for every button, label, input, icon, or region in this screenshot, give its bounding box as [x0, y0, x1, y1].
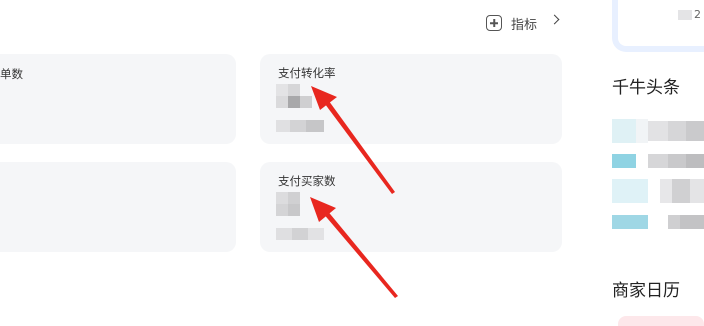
chevron-right-icon[interactable]	[549, 14, 560, 25]
metric-label: 单数	[0, 67, 23, 81]
metric-card-payment-conversion[interactable]: 支付转化率	[260, 54, 562, 144]
top-card-text: 2	[694, 8, 701, 21]
headline-item[interactable]	[612, 215, 704, 229]
merchant-calendar-title: 商家日历	[612, 281, 680, 301]
headlines-title: 千牛头条	[612, 78, 680, 98]
redacted-text	[678, 10, 692, 20]
metric-card-order-count[interactable]: 单数	[0, 54, 236, 144]
headline-item[interactable]	[612, 179, 704, 203]
add-indicator-button[interactable]: 指标	[486, 13, 537, 33]
top-right-card[interactable]: 2	[612, 0, 704, 52]
metric-label: 支付转化率	[278, 66, 336, 80]
metric-label: 支付买家数	[278, 174, 336, 188]
metric-card-paying-buyers[interactable]: 支付买家数	[260, 162, 562, 252]
headline-item[interactable]	[612, 154, 704, 168]
metric-card-left-bottom[interactable]	[0, 162, 236, 252]
calendar-card-edge	[618, 316, 704, 326]
annotation-arrows	[310, 86, 398, 298]
add-indicator-label: 指标	[511, 17, 538, 33]
plus-square-icon	[486, 15, 502, 31]
headline-item[interactable]	[612, 119, 704, 143]
